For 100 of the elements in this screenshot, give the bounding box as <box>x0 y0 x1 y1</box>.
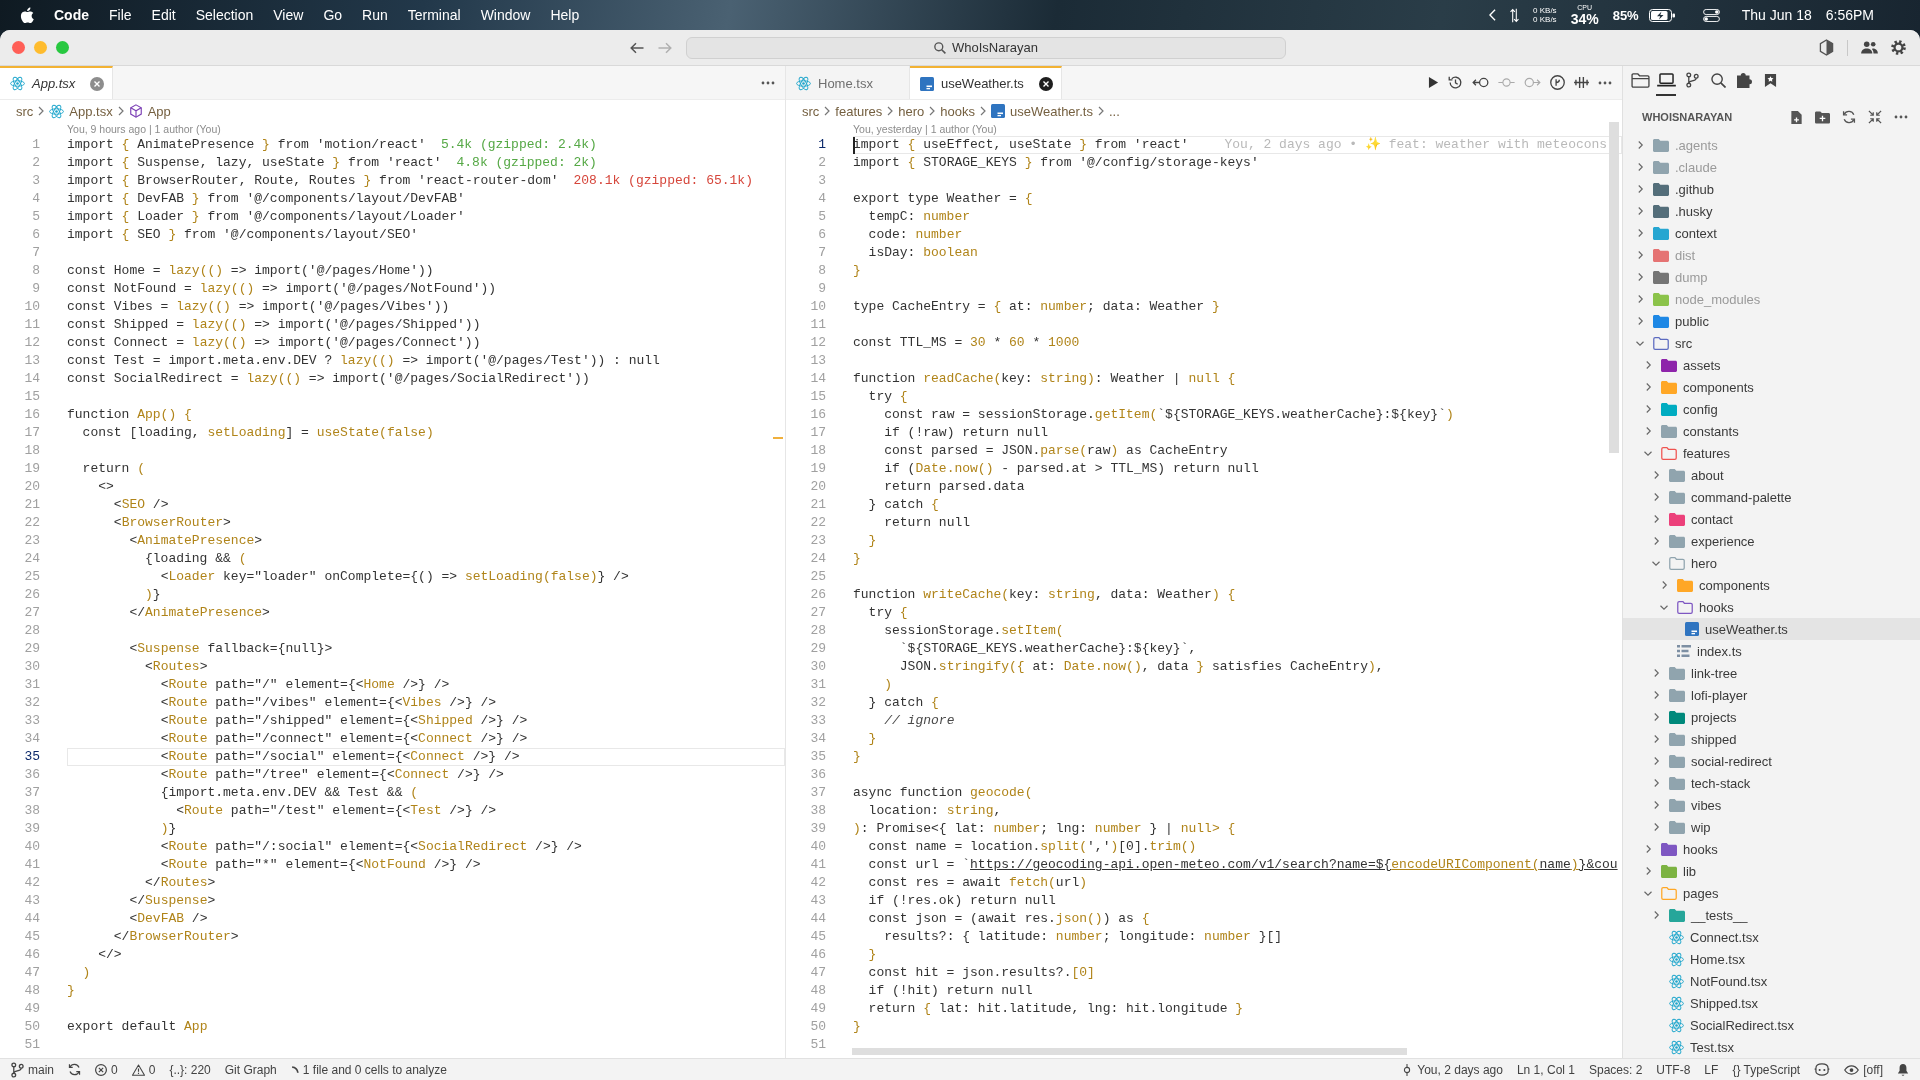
more-icon[interactable] <box>1598 80 1612 85</box>
explorer-item[interactable]: src <box>1623 332 1920 354</box>
menu-item[interactable]: View <box>273 7 304 23</box>
explorer-item[interactable]: Test.tsx <box>1623 1036 1920 1058</box>
chevron-down-icon[interactable] <box>1643 449 1653 457</box>
explorer-item[interactable]: link-tree <box>1623 662 1920 684</box>
collapse-all-icon[interactable] <box>1868 110 1882 124</box>
chevron-right-icon[interactable] <box>1652 492 1660 502</box>
chevron-right-icon[interactable] <box>1636 140 1644 150</box>
command-center-search[interactable]: WhoIsNarayan <box>686 36 1286 59</box>
chevron-right-icon[interactable] <box>1652 778 1660 788</box>
menu-item[interactable]: Help <box>550 7 580 23</box>
explorer-item[interactable]: social-redirect <box>1623 750 1920 772</box>
menu-item[interactable]: Edit <box>151 7 176 23</box>
explorer-item[interactable]: vibes <box>1623 794 1920 816</box>
menu-bar-time[interactable]: 6:56PM <box>1825 7 1874 23</box>
chevron-right-icon[interactable] <box>1652 800 1660 810</box>
blame-status[interactable]: You, 2 days ago <box>1396 1059 1508 1080</box>
menu-item[interactable]: Selection <box>195 7 254 23</box>
menu-item[interactable]: Window <box>480 7 531 23</box>
breadcrumb-item[interactable]: App <box>128 103 171 119</box>
explorer-item[interactable]: hooks <box>1623 596 1920 618</box>
explorer-item[interactable]: projects <box>1623 706 1920 728</box>
explorer-item[interactable]: experience <box>1623 530 1920 552</box>
explorer-item[interactable]: NotFound.tsx <box>1623 970 1920 992</box>
explorer-item[interactable]: wip <box>1623 816 1920 838</box>
chevron-right-icon[interactable] <box>1652 470 1660 480</box>
chevron-right-icon[interactable] <box>1636 228 1644 238</box>
bell-icon[interactable] <box>1897 1062 1909 1077</box>
chevron-right-icon[interactable] <box>1652 734 1660 744</box>
explorer-item[interactable]: contact <box>1623 508 1920 530</box>
explorer-item[interactable]: constants <box>1623 420 1920 442</box>
close-icon[interactable] <box>1038 76 1053 91</box>
explorer-item[interactable]: lofi-player <box>1623 684 1920 706</box>
cursor-position-status[interactable]: Ln 1, Col 1 <box>1511 1059 1580 1080</box>
menu-item[interactable]: Terminal <box>407 7 461 23</box>
explorer-item[interactable]: about <box>1623 464 1920 486</box>
apple-logo-icon[interactable] <box>20 6 34 24</box>
author-codelens[interactable]: You, 9 hours ago | 1 author (You) <box>67 123 221 135</box>
chevron-right-icon[interactable] <box>1644 360 1652 370</box>
more-icon[interactable] <box>1894 115 1908 119</box>
chevron-right-icon[interactable] <box>1652 668 1660 678</box>
robot-face-icon[interactable] <box>1814 1063 1831 1076</box>
refresh-icon[interactable] <box>1842 110 1856 124</box>
explorer-item[interactable]: tech-stack <box>1623 772 1920 794</box>
explorer-item[interactable]: assets <box>1623 354 1920 376</box>
explorer-item[interactable]: public <box>1623 310 1920 332</box>
chevron-right-icon[interactable] <box>1660 580 1668 590</box>
chevron-down-icon[interactable] <box>1643 889 1653 897</box>
chevron-right-icon[interactable] <box>1636 294 1644 304</box>
chevron-right-icon[interactable] <box>1644 382 1652 392</box>
branch-status[interactable]: main <box>6 1059 59 1080</box>
explorer-item[interactable]: Home.tsx <box>1623 948 1920 970</box>
menu-item[interactable]: Run <box>362 7 388 23</box>
chevron-right-icon[interactable] <box>1652 712 1660 722</box>
breadcrumb-item[interactable]: App.tsx <box>49 103 113 119</box>
menu-bar-date[interactable]: Thu Jun 18 <box>1741 7 1812 23</box>
explorer-item[interactable]: SocialRedirect.tsx <box>1623 1014 1920 1036</box>
explorer-item[interactable]: command-palette <box>1623 486 1920 508</box>
explorer-title[interactable]: WHOISNARAYAN <box>1642 111 1733 123</box>
explorer-item[interactable]: components <box>1623 574 1920 596</box>
chevron-right-icon[interactable] <box>1652 910 1660 920</box>
explorer-item[interactable]: .github <box>1623 178 1920 200</box>
chevron-left-icon[interactable] <box>1489 9 1497 21</box>
people-icon[interactable] <box>1861 41 1878 54</box>
explorer-item[interactable]: shipped <box>1623 728 1920 750</box>
bars-icon[interactable] <box>1574 76 1589 89</box>
explorer-item[interactable]: config <box>1623 398 1920 420</box>
chevron-down-icon[interactable] <box>1635 339 1645 347</box>
close-window-button[interactable] <box>12 41 25 54</box>
chevron-right-icon[interactable] <box>1652 690 1660 700</box>
explorer-item[interactable]: Shipped.tsx <box>1623 992 1920 1014</box>
settings-icon[interactable] <box>1891 40 1906 55</box>
explorer-item[interactable]: useWeather.ts <box>1623 618 1920 640</box>
editor-tab[interactable]: App.tsx <box>0 66 114 99</box>
git-graph-status[interactable]: Git Graph <box>219 1059 282 1080</box>
branch-circle-icon[interactable] <box>1550 75 1565 90</box>
sync-icon[interactable] <box>68 1063 81 1076</box>
explorer-item[interactable]: Connect.tsx <box>1623 926 1920 948</box>
chevron-right-icon[interactable] <box>1652 756 1660 766</box>
breadcrumb-item[interactable]: hooks <box>940 103 976 119</box>
breadcrumb-item[interactable]: features <box>835 103 883 119</box>
author-codelens[interactable]: You, yesterday | 1 author (You) <box>853 123 997 135</box>
chevron-right-icon[interactable] <box>1636 272 1644 282</box>
explorer-item[interactable]: pages <box>1623 882 1920 904</box>
symbols-status[interactable]: {..}: 220 <box>164 1059 216 1080</box>
chevron-right-icon[interactable] <box>1636 184 1644 194</box>
breadcrumb-item[interactable]: src <box>16 103 34 119</box>
breadcrumb-item[interactable]: useWeather.ts <box>991 103 1093 119</box>
chevron-right-icon[interactable] <box>1644 866 1652 876</box>
explorer-item[interactable]: components <box>1623 376 1920 398</box>
scrollbar-thumb[interactable] <box>852 1048 1407 1055</box>
history-icon[interactable] <box>1448 75 1463 90</box>
errors-status[interactable]: 0 <box>90 1059 123 1080</box>
chevron-right-icon[interactable] <box>1652 536 1660 546</box>
preview-status[interactable]: [off] <box>1839 1059 1888 1080</box>
breadcrumb-item[interactable]: hero <box>898 103 925 119</box>
chevron-down-icon[interactable] <box>1651 559 1661 567</box>
explorer-item[interactable]: context <box>1623 222 1920 244</box>
chevron-right-icon[interactable] <box>1636 162 1644 172</box>
